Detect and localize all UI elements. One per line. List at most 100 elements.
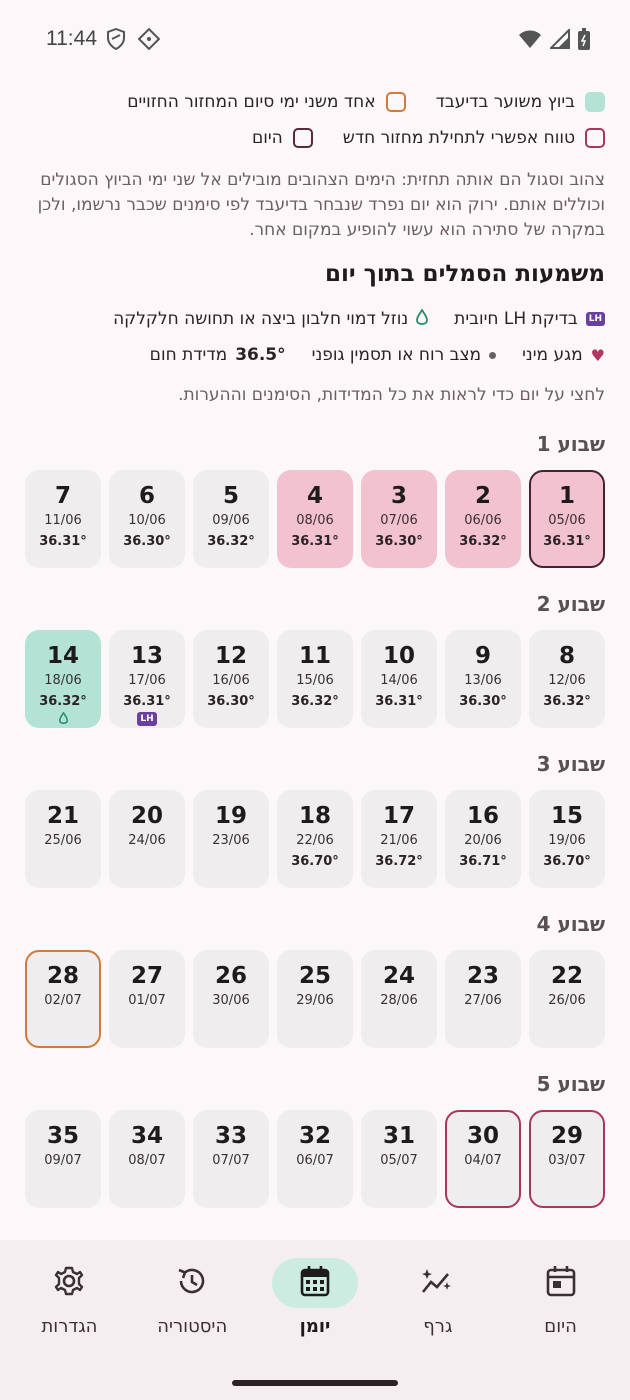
week-row: 29 03/07 30 04/07 31 05/07 32 06/07 33 07/07 34 08/… [25, 1110, 605, 1208]
day-temperature: 36.70° [543, 854, 591, 869]
day-cell[interactable]: 28 02/07 [25, 950, 101, 1048]
day-date: 02/07 [44, 993, 82, 1008]
day-cell[interactable]: 4 08/06 36.31° [277, 470, 353, 568]
dark-outline-swatch [292, 128, 313, 148]
day-cell[interactable]: 10 14/06 36.31° [361, 630, 437, 728]
day-temperature: 36.32° [39, 694, 87, 709]
day-temperature: 36.32° [291, 694, 339, 709]
day-cell[interactable]: 6 10/06 36.30° [109, 470, 185, 568]
day-temperature: 36.30° [459, 694, 507, 709]
day-number: 31 [383, 1123, 416, 1149]
day-cell[interactable]: 3 07/06 36.30° [361, 470, 437, 568]
legend-label: אחד משני ימי סיום המחזור החזויים [127, 92, 376, 112]
day-cell[interactable]: 15 19/06 36.70° [529, 790, 605, 888]
day-date: 30/06 [212, 993, 250, 1008]
day-click-hint: לחצי על יום כדי לראות את כל המדידות, הסי… [178, 385, 605, 405]
day-cell[interactable]: 9 13/06 36.30° [445, 630, 521, 728]
day-cell[interactable]: 2 06/06 36.32° [445, 470, 521, 568]
day-date: 06/07 [296, 1153, 334, 1168]
day-cell[interactable]: 33 07/07 [193, 1110, 269, 1208]
day-date: 17/06 [128, 673, 166, 688]
temp-sample: 36.5° [235, 345, 286, 365]
symbol-label: מדידת חום [149, 345, 228, 365]
day-cell[interactable]: 27 01/07 [109, 950, 185, 1048]
day-temperature: 36.31° [291, 534, 339, 549]
day-cell[interactable]: 25 29/06 [277, 950, 353, 1048]
pink-outline-swatch [585, 128, 605, 148]
day-cell[interactable]: 34 08/07 [109, 1110, 185, 1208]
day-cell[interactable]: 30 04/07 [445, 1110, 521, 1208]
nav-item-journal[interactable]: יומן [256, 1258, 374, 1337]
day-cell[interactable]: 1 05/06 36.31° [529, 470, 605, 568]
nav-item-settings[interactable]: הגדרות [10, 1258, 128, 1337]
week-row: 22 26/06 23 27/06 24 28/06 25 29/06 26 30/06 27 01/… [25, 950, 605, 1048]
day-cell[interactable]: 12 16/06 36.30° [193, 630, 269, 728]
nav-item-history[interactable]: היסטוריה [133, 1258, 251, 1337]
day-number: 18 [299, 803, 332, 829]
day-cell[interactable]: 32 06/07 [277, 1110, 353, 1208]
pattern-icon [137, 27, 161, 54]
legend-item-today: היום [252, 128, 313, 148]
day-cell[interactable]: 19 23/06 [193, 790, 269, 888]
day-date: 29/06 [296, 993, 334, 1008]
orange-outline-swatch [385, 92, 406, 112]
nav-item-chart[interactable]: גרף [379, 1258, 497, 1337]
battery-icon [578, 28, 590, 54]
day-cell[interactable]: 23 27/06 [445, 950, 521, 1048]
heart-icon: ♥ [590, 345, 605, 365]
day-date: 22/06 [296, 833, 334, 848]
day-number: 33 [215, 1123, 248, 1149]
day-cell[interactable]: 26 30/06 [193, 950, 269, 1048]
day-cell[interactable]: 18 22/06 36.70° [277, 790, 353, 888]
day-temperature: 36.31° [123, 694, 171, 709]
signal-icon [548, 27, 570, 53]
day-cell[interactable]: 29 03/07 [529, 1110, 605, 1208]
sparkle-chart-icon [421, 1266, 455, 1300]
day-cell[interactable]: 21 25/06 [25, 790, 101, 888]
day-number: 14 [47, 643, 80, 669]
day-cell[interactable]: 11 15/06 36.32° [277, 630, 353, 728]
day-cell[interactable]: 7 11/06 36.31° [25, 470, 101, 568]
day-number: 35 [47, 1123, 80, 1149]
day-cell[interactable]: 24 28/06 [361, 950, 437, 1048]
day-date: 24/06 [128, 833, 166, 848]
day-date: 08/06 [296, 513, 334, 528]
day-cell[interactable]: 14 18/06 36.32° [25, 630, 101, 728]
symbol-dot: מצב רוח או תסמין גופני [311, 345, 497, 365]
day-cell[interactable]: 13 17/06 36.31° LH [109, 630, 185, 728]
day-temperature: 36.31° [375, 694, 423, 709]
day-date: 23/06 [212, 833, 250, 848]
day-cell[interactable]: 22 26/06 [529, 950, 605, 1048]
week-title: שבוע 3 [536, 752, 605, 776]
legend-label: היום [251, 128, 283, 148]
day-temperature: 36.70° [291, 854, 339, 869]
day-date: 16/06 [212, 673, 250, 688]
nav-item-today[interactable]: היום [502, 1258, 620, 1337]
day-cell[interactable]: 35 09/07 [25, 1110, 101, 1208]
day-number: 15 [551, 803, 584, 829]
green-swatch [585, 92, 605, 112]
symbol-heart: ♥ מגע מיני [522, 345, 605, 365]
day-date: 15/06 [296, 673, 334, 688]
day-temperature: 36.31° [39, 534, 87, 549]
day-cell[interactable]: 31 05/07 [361, 1110, 437, 1208]
week-title: שבוע 4 [536, 912, 605, 936]
journal-content[interactable]: ביוץ משוער בדיעבד אחד משני ימי סיום המחז… [0, 80, 630, 1240]
day-cell[interactable]: 5 09/06 36.32° [193, 470, 269, 568]
day-cell[interactable]: 20 24/06 [109, 790, 185, 888]
day-cell[interactable]: 8 12/06 36.32° [529, 630, 605, 728]
day-cell[interactable]: 17 21/06 36.72° [361, 790, 437, 888]
day-number: 12 [215, 643, 248, 669]
day-temperature: 36.31° [543, 534, 591, 549]
day-number: 20 [131, 803, 164, 829]
day-number: 10 [383, 643, 416, 669]
home-indicator[interactable] [232, 1380, 398, 1386]
day-cell[interactable]: 16 20/06 36.71° [445, 790, 521, 888]
symbol-label: מצב רוח או תסמין גופני [311, 345, 482, 365]
day-temperature: 36.71° [459, 854, 507, 869]
day-temperature: 36.30° [375, 534, 423, 549]
day-number: 4 [307, 483, 324, 509]
day-number: 8 [559, 643, 576, 669]
week-row: 1 05/06 36.31° 2 06/06 36.32° 3 07/06 36.30° 4 08/… [25, 470, 605, 568]
day-number: 3 [391, 483, 408, 509]
